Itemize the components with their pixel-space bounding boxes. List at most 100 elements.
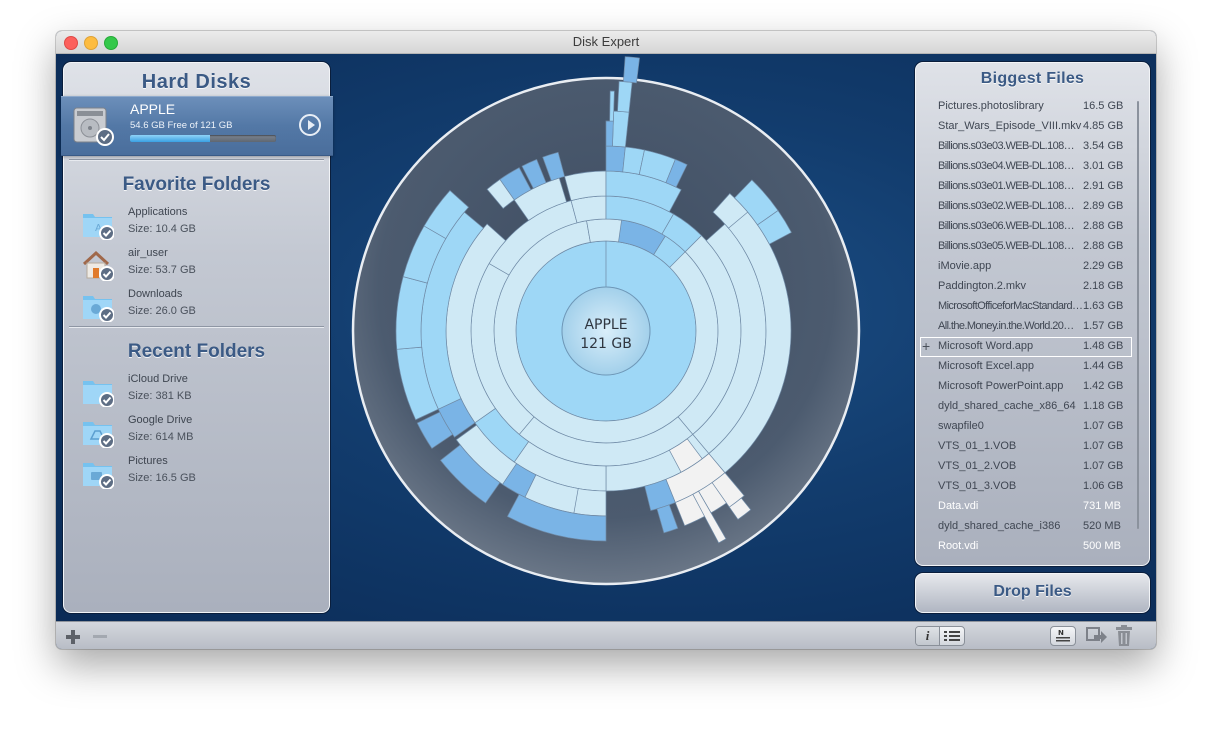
file-row[interactable]: VTS_01_1.VOB 1.07 GB — [920, 437, 1132, 457]
folder-size: Size: 381 KB — [128, 390, 192, 402]
file-name: Microsoft Excel.app — [938, 360, 1034, 372]
file-row[interactable]: Star_Wars_Episode_VIII.mkv 4.85 GB — [920, 117, 1132, 137]
folder-size: Size: 53.7 GB — [128, 264, 196, 276]
file-name: Data.vdi — [938, 500, 979, 512]
file-row[interactable]: swapfile0 1.07 GB — [920, 417, 1132, 437]
sunburst-segment[interactable] — [605, 145, 626, 173]
file-size: 500 MB — [1083, 540, 1121, 552]
list-icon[interactable] — [940, 627, 964, 645]
file-name: MicrosoftOfficeforMacStandard… — [938, 300, 1083, 312]
favorite-folder-applications[interactable]: A Applications Size: 10.4 GB — [82, 206, 312, 242]
applications-folder-icon: A — [83, 214, 114, 240]
file-row[interactable]: Microsoft PowerPoint.app 1.42 GB — [920, 377, 1132, 397]
file-size: 1.44 GB — [1083, 360, 1124, 372]
disk-usage-sunburst[interactable]: APPLE 121 GB — [328, 54, 888, 621]
file-row[interactable]: Paddington.2.mkv 2.18 GB — [920, 277, 1132, 297]
sunburst-segment[interactable] — [623, 56, 640, 84]
sunburst-center-label: APPLE — [584, 317, 627, 333]
file-row[interactable]: Data.vdi 731 MB — [920, 497, 1132, 517]
sunburst-segment[interactable] — [605, 120, 614, 147]
file-name: VTS_01_1.VOB — [938, 440, 1017, 452]
disk-name: APPLE — [130, 101, 176, 117]
file-row[interactable]: dyld_shared_cache_x86_64 1.18 GB — [920, 397, 1132, 417]
file-size: 1.07 GB — [1083, 440, 1124, 452]
disk-free-space: 54.6 GB Free of 121 GB — [130, 120, 233, 131]
selection-plus-icon: + — [922, 338, 931, 354]
file-name: VTS_01_3.VOB — [938, 480, 1017, 492]
file-row[interactable]: Pictures.photoslibrary 16.5 GB — [920, 97, 1132, 117]
window-title: Disk Expert — [572, 34, 640, 49]
file-row[interactable]: Billions.s03e05.WEB-DL.108… 2.88 GB — [920, 237, 1132, 257]
file-row[interactable]: MicrosoftOfficeforMacStandard… 1.63 GB — [920, 297, 1132, 317]
file-name: Billions.s03e03.WEB-DL.108… — [938, 140, 1075, 152]
trash-icon[interactable] — [1115, 625, 1133, 646]
section-divider — [69, 159, 324, 160]
minus-icon[interactable] — [93, 635, 107, 638]
file-size: 16.5 GB — [1083, 100, 1124, 112]
biggest-files-heading: Biggest Files — [980, 70, 1085, 87]
close-window-button[interactable] — [64, 36, 78, 50]
sidebar-panel: Hard Disks APPLE 54.6 GB Free of 121 GB — [61, 62, 333, 613]
file-row[interactable]: dyld_shared_cache_i386 520 MB — [920, 517, 1132, 537]
note-icon[interactable]: N — [1050, 626, 1076, 646]
disk-item-apple[interactable]: APPLE 54.6 GB Free of 121 GB — [61, 96, 333, 156]
folder-name: Pictures — [128, 455, 168, 467]
sunburst-segment[interactable] — [609, 90, 615, 122]
file-name: Microsoft PowerPoint.app — [938, 380, 1064, 392]
zoom-window-button[interactable] — [104, 36, 118, 50]
file-size: 731 MB — [1083, 500, 1121, 512]
file-row[interactable]: All.the.Money.in.the.World.20… 1.57 GB — [920, 317, 1132, 337]
file-row[interactable]: Billions.s03e04.WEB-DL.108… 3.01 GB — [920, 157, 1132, 177]
file-list-scrollbar[interactable] — [1137, 101, 1139, 529]
file-size: 3.54 GB — [1083, 140, 1124, 152]
info-view-button[interactable]: i — [916, 627, 940, 645]
disk-usage-fill — [130, 135, 211, 142]
recent-folder-pictures[interactable]: Pictures Size: 16.5 GB — [82, 455, 312, 491]
file-name: Paddington.2.mkv — [938, 280, 1027, 292]
favorite-folder-air-user[interactable]: air_user Size: 53.7 GB — [82, 247, 312, 283]
file-size: 1.42 GB — [1083, 380, 1124, 392]
file-size: 1.48 GB — [1083, 340, 1124, 352]
sunburst-segment[interactable] — [564, 170, 607, 202]
app-window: Disk Expert Hard Disks APPLE 54.6 GB Fre… — [56, 31, 1156, 649]
file-row[interactable]: iMovie.app 2.29 GB — [920, 257, 1132, 277]
file-row[interactable]: Billions.s03e03.WEB-DL.108… 3.54 GB — [920, 137, 1132, 157]
disk-usage-bar — [130, 135, 276, 142]
file-row[interactable]: VTS_01_2.VOB 1.07 GB — [920, 457, 1132, 477]
favorite-folder-downloads[interactable]: Downloads Size: 26.0 GB — [82, 288, 312, 324]
file-size: 520 MB — [1083, 520, 1121, 532]
sunburst-segment[interactable] — [570, 195, 607, 224]
file-row[interactable]: Billions.s03e06.WEB-DL.108… 2.88 GB — [920, 217, 1132, 237]
minimize-window-button[interactable] — [84, 36, 98, 50]
plus-icon[interactable] — [65, 629, 81, 645]
drop-files-label: Drop Files — [993, 583, 1072, 600]
file-name: Microsoft Word.app — [938, 340, 1034, 352]
file-name: Billions.s03e04.WEB-DL.108… — [938, 160, 1075, 172]
move-icon[interactable] — [1086, 627, 1108, 645]
folder-name: air_user — [128, 247, 168, 259]
folder-size: Size: 614 MB — [128, 431, 194, 443]
scan-disk-play-icon[interactable] — [299, 114, 321, 136]
file-size: 1.07 GB — [1083, 460, 1124, 472]
file-row[interactable]: Root.vdi 500 MB — [920, 537, 1132, 557]
folder-size: Size: 16.5 GB — [128, 472, 196, 484]
file-size: 2.88 GB — [1083, 240, 1124, 252]
file-name: swapfile0 — [938, 420, 984, 432]
file-row[interactable]: Microsoft Excel.app 1.44 GB — [920, 357, 1132, 377]
view-mode-segmented-control: i — [915, 626, 965, 646]
drop-files-zone[interactable]: Drop Files — [915, 573, 1150, 613]
file-row[interactable]: + Microsoft Word.app 1.48 GB — [920, 337, 1132, 357]
downloads-folder-icon — [83, 296, 114, 322]
hard-disks-heading: Hard Disks — [141, 71, 252, 93]
section-divider — [69, 326, 324, 327]
file-name: All.the.Money.in.the.World.20… — [938, 320, 1074, 332]
file-size: 1.18 GB — [1083, 400, 1124, 412]
file-row[interactable]: Billions.s03e01.WEB-DL.108… 2.91 GB — [920, 177, 1132, 197]
sunburst-center-size: 121 GB — [580, 336, 632, 352]
file-row[interactable]: VTS_01_3.VOB 1.06 GB — [920, 477, 1132, 497]
file-row[interactable]: Billions.s03e02.WEB-DL.108… 2.89 GB — [920, 197, 1132, 217]
recent-folder-icloud-drive[interactable]: iCloud Drive Size: 381 KB — [82, 373, 312, 409]
file-name: Star_Wars_Episode_VIII.mkv — [938, 120, 1082, 132]
note-label: N — [1058, 629, 1064, 637]
recent-folder-google-drive[interactable]: Google Drive Size: 614 MB — [82, 414, 312, 450]
